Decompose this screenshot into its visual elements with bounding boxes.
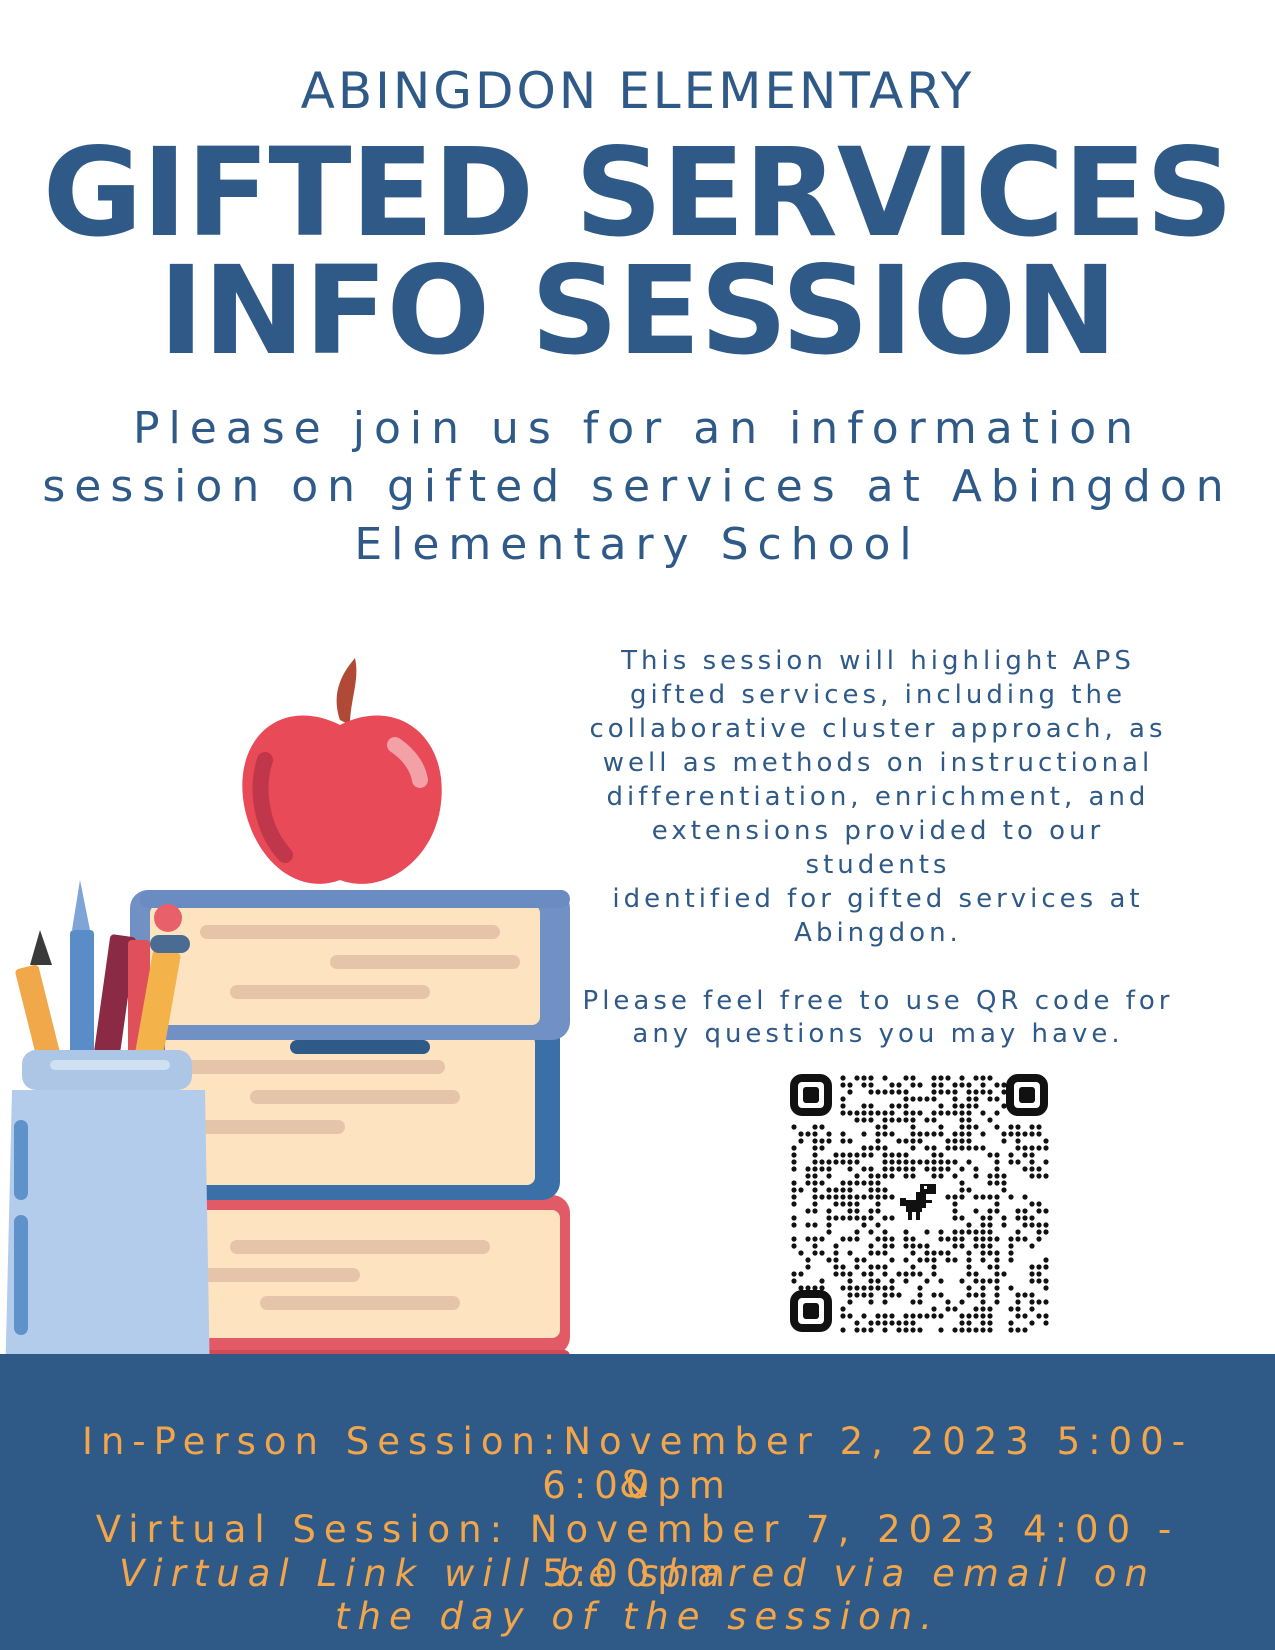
description-line: gifted services, including the — [630, 680, 1126, 710]
qr-note-line-1: Please feel free to use QR code for — [582, 986, 1174, 1016]
virtual-link-note-line-2: the day of the session. — [335, 1595, 940, 1638]
description-line: well as methods on instructional — [602, 748, 1154, 778]
description-line: Abingdon. — [794, 918, 962, 948]
description-line: extensions provided to our — [651, 816, 1105, 846]
qr-note-line-2: any questions you may have. — [632, 1019, 1124, 1049]
description-line: differentiation, enrichment, and — [606, 782, 1150, 812]
session-description: This session will highlight APS gifted s… — [548, 644, 1208, 950]
description-line: students — [805, 850, 951, 880]
qr-note: Please feel free to use QR code for any … — [548, 985, 1208, 1051]
school-name: ABINGDON ELEMENTARY — [300, 62, 975, 120]
invite-line-2: session on gifted services at Abingdon — [42, 461, 1233, 512]
description-line: identified for gifted services at — [612, 884, 1144, 914]
apple-books-pencil-cup-illustration — [5, 658, 570, 1385]
virtual-link-note-line-1: Virtual Link will be shared via email on — [118, 1552, 1156, 1595]
invite-line-3: Elementary School — [354, 519, 921, 570]
title-line-2: INFO SESSION — [158, 240, 1118, 382]
description-line: This session will highlight APS — [621, 646, 1135, 676]
ampersand: & — [619, 1463, 656, 1506]
qr-code-icon[interactable] — [788, 1072, 1050, 1334]
description-line: collaborative cluster approach, as — [589, 714, 1167, 744]
invitation-text: Please join us for an information sessio… — [0, 400, 1275, 574]
title-line-1: GIFTED SERVICES — [42, 122, 1234, 264]
invite-line-1: Please join us for an information — [132, 403, 1143, 454]
